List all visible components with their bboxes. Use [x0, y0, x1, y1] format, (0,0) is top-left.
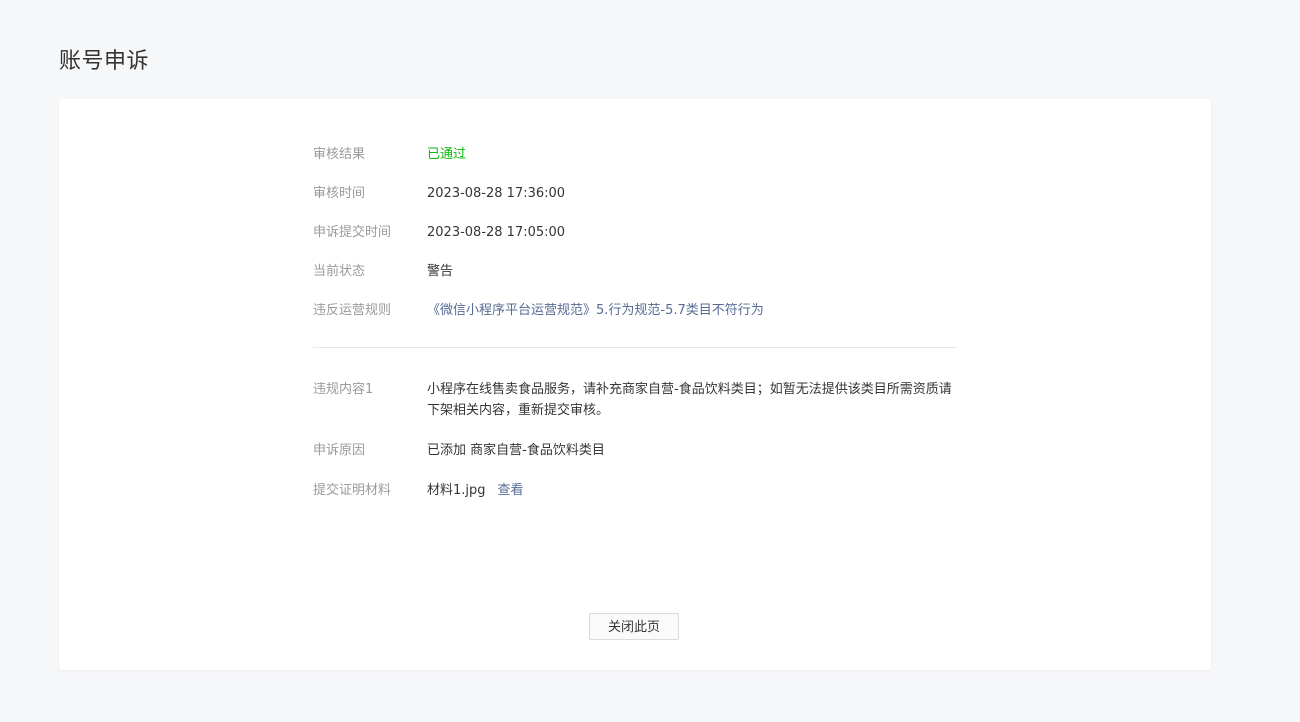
violation-content-label: 违规内容1 — [313, 382, 374, 397]
violation-content-value: 小程序在线售卖食品服务，请补充商家自营-食品饮料类目；如暂无法提供该类目所需资质… — [427, 382, 952, 418]
violated-rule-link[interactable]: 《微信小程序平台运营规范》5.行为规范-5.7类目不符行为 — [427, 300, 764, 321]
review-result-label: 审核结果 — [313, 147, 366, 162]
close-page-button[interactable]: 关闭此页 — [589, 613, 679, 640]
violated-rule-label: 违反运营规则 — [313, 303, 392, 318]
current-status-label: 当前状态 — [313, 264, 366, 279]
appeal-reason-label: 申诉原因 — [313, 443, 366, 458]
view-file-link[interactable]: 查看 — [498, 483, 524, 498]
submit-time-label: 申诉提交时间 — [313, 225, 392, 240]
review-time-label: 审核时间 — [313, 186, 366, 201]
review-time-value: 2023-08-28 17:36:00 — [427, 186, 566, 201]
submit-time-value: 2023-08-28 17:05:00 — [427, 225, 566, 240]
appeal-detail-card: 审核结果 已通过 审核时间 2023-08-28 17:36:00 申诉提交时间… — [59, 99, 1211, 670]
page-title: 账号申诉 — [59, 49, 150, 74]
current-status-value: 警告 — [427, 264, 454, 279]
appeal-reason-value: 已添加 商家自营-食品饮料类目 — [427, 443, 605, 458]
review-result-value: 已通过 — [427, 147, 467, 162]
proof-file-name: 材料1.jpg — [427, 483, 486, 498]
proof-material-label: 提交证明材料 — [313, 483, 392, 498]
section-divider — [313, 347, 957, 348]
proof-material-value: 材料1.jpg 查看 — [427, 480, 524, 501]
